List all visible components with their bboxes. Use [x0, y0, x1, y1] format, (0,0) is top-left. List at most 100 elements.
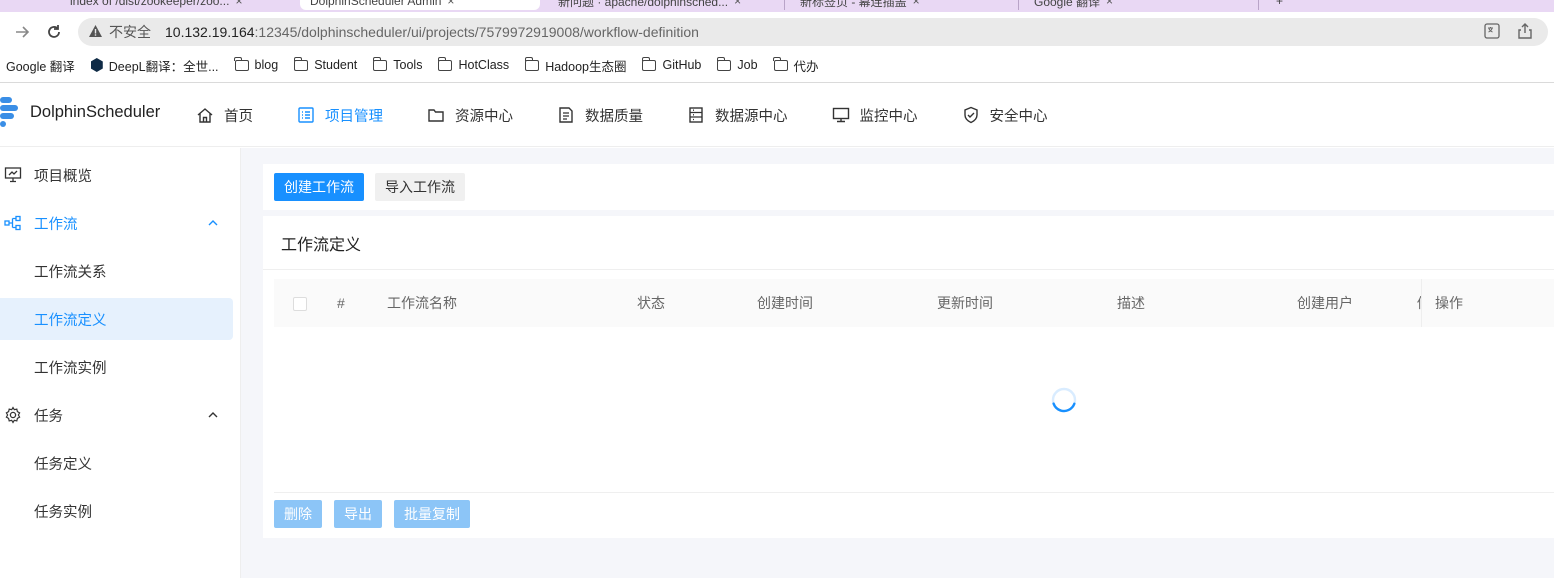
- sidebar-item-workflow-definition[interactable]: 工作流定义: [0, 298, 233, 340]
- nav-security-center[interactable]: 安全中心: [962, 105, 1048, 126]
- translate-icon[interactable]: [1484, 23, 1500, 42]
- security-label[interactable]: 不安全: [109, 22, 151, 42]
- toolbar-card: 创建工作流 导入工作流: [263, 164, 1554, 210]
- warning-icon: [88, 24, 103, 41]
- folder-icon: [524, 56, 540, 71]
- browser-tab[interactable]: index of /dist/zookeeper/zoo... ×: [60, 0, 252, 10]
- nav-resource-center[interactable]: 资源中心: [427, 105, 513, 126]
- select-all-checkbox[interactable]: [293, 297, 307, 311]
- close-icon[interactable]: ×: [913, 0, 920, 8]
- folder-icon: [372, 56, 388, 71]
- bookmark-folder-blog[interactable]: blog: [234, 56, 279, 72]
- dolphin-logo-icon: [0, 95, 26, 129]
- bookmark-label: 代办: [793, 59, 819, 74]
- tab-separator: [1018, 0, 1019, 10]
- back-forward-arrow-icon[interactable]: [6, 16, 38, 48]
- column-header-create-time[interactable]: 创建时间: [757, 279, 813, 327]
- sidebar-item-task-instance[interactable]: 任务实例: [0, 490, 233, 532]
- nav-monitor-center[interactable]: 监控中心: [832, 105, 918, 126]
- sidebar-item-label: 工作流定义: [34, 312, 107, 329]
- reload-icon[interactable]: [38, 16, 70, 48]
- database-icon: [689, 107, 703, 123]
- bookmark-label: Student: [314, 58, 358, 72]
- logo-text: DolphinScheduler: [30, 102, 161, 121]
- workflow-icon: [4, 215, 21, 231]
- column-header-create-user[interactable]: 创建用户: [1297, 279, 1353, 327]
- table-footer-actions: 删除 导出 批量复制: [274, 500, 470, 528]
- sidebar-item-project-overview[interactable]: 项目概览: [0, 154, 233, 196]
- tab-label: Google 翻译: [1034, 0, 1101, 9]
- main-nav: 首页 项目管理 资源中心 数据质量 数据源中心 监控中心 安全中心: [196, 83, 1092, 147]
- browser-tab-active[interactable]: DolphinScheduler Admin ×: [300, 0, 540, 10]
- browser-tab[interactable]: 新问题 · apache/dolphinsched... ×: [548, 0, 751, 10]
- bookmark-folder-student[interactable]: Student: [293, 56, 358, 72]
- fixed-column-header: 操作: [1421, 279, 1554, 327]
- nav-datasource-center[interactable]: 数据源中心: [687, 105, 788, 126]
- sidebar-item-label: 任务实例: [34, 504, 92, 521]
- close-icon[interactable]: ×: [447, 0, 454, 8]
- bookmark-folder-hadoop[interactable]: Hadoop生态圈: [524, 56, 627, 75]
- bookmark-deepl[interactable]: DeepL翻译：全世...: [90, 56, 219, 75]
- share-icon[interactable]: [1518, 23, 1532, 42]
- nav-label: 数据质量: [585, 108, 643, 125]
- column-header-name[interactable]: 工作流名称: [387, 279, 457, 327]
- nav-project-management[interactable]: 项目管理: [297, 105, 383, 126]
- nav-label: 项目管理: [325, 108, 383, 125]
- bookmark-folder-job[interactable]: Job: [716, 56, 758, 72]
- close-icon[interactable]: ×: [734, 0, 741, 8]
- nav-label: 监控中心: [859, 108, 918, 125]
- nav-home[interactable]: 首页: [196, 105, 253, 126]
- create-workflow-button[interactable]: 创建工作流: [274, 173, 364, 201]
- import-workflow-button[interactable]: 导入工作流: [375, 173, 465, 201]
- bookmark-label: Google 翻译: [6, 59, 75, 74]
- nav-data-quality[interactable]: 数据质量: [557, 105, 643, 126]
- sidebar-item-label: 工作流实例: [34, 360, 107, 377]
- bookmark-google-translate[interactable]: Google 翻译: [6, 56, 75, 75]
- column-header-update-time[interactable]: 更新时间: [937, 279, 993, 327]
- bookmark-label: Tools: [393, 58, 423, 72]
- gear-icon: [5, 406, 21, 424]
- bookmark-folder-tools[interactable]: Tools: [372, 56, 423, 72]
- app-logo[interactable]: DolphinScheduler: [0, 95, 160, 129]
- folder-icon: [773, 56, 788, 71]
- delete-button[interactable]: 删除: [274, 500, 322, 528]
- plus-icon: +: [1276, 0, 1284, 8]
- url-host: 10.132.19.164: [165, 24, 255, 40]
- sidebar-item-task[interactable]: 任务: [0, 394, 233, 436]
- browser-tab[interactable]: Google 翻译 ×: [1024, 0, 1123, 10]
- close-icon[interactable]: ×: [235, 0, 242, 8]
- deepl-icon: [90, 58, 103, 72]
- url-omnibox[interactable]: 不安全 10.132.19.164 :12345/dolphinschedule…: [78, 18, 1548, 46]
- tab-separator: [1258, 0, 1259, 10]
- browser-tab[interactable]: 新标签页 - 幕连插盖 ×: [790, 0, 930, 10]
- export-button[interactable]: 导出: [334, 500, 382, 528]
- chevron-up-icon: [208, 412, 218, 418]
- bookmark-folder-todo[interactable]: 代办: [773, 56, 819, 75]
- tab-label: 新标签页 - 幕连插盖: [800, 0, 907, 9]
- sidebar-item-workflow-relation[interactable]: 工作流关系: [0, 250, 233, 292]
- address-bar-row: 不安全 10.132.19.164 :12345/dolphinschedule…: [0, 12, 1554, 52]
- batch-copy-button[interactable]: 批量复制: [394, 500, 470, 528]
- main-content: 创建工作流 导入工作流 工作流定义 # 工作流名称 状态 创建时间 更新时间 描…: [241, 148, 1554, 578]
- folder-icon: [234, 56, 249, 71]
- bookmark-folder-github[interactable]: GitHub: [642, 56, 701, 72]
- column-header-status[interactable]: 状态: [637, 279, 665, 327]
- column-header-description[interactable]: 描述: [1117, 279, 1145, 327]
- sidebar-item-workflow[interactable]: 工作流: [0, 202, 233, 244]
- tab-label: index of /dist/zookeeper/zoo...: [70, 0, 230, 8]
- bookmark-folder-hotclass[interactable]: HotClass: [438, 56, 509, 72]
- sidebar-item-task-definition[interactable]: 任务定义: [0, 442, 233, 484]
- bookmark-label: Job: [737, 58, 758, 72]
- loading-spinner-icon: [1051, 387, 1077, 413]
- close-icon[interactable]: ×: [1106, 0, 1113, 8]
- folder-icon: [293, 56, 309, 71]
- bookmark-label: blog: [254, 58, 279, 72]
- nav-label: 首页: [224, 108, 253, 125]
- table-header: # 工作流名称 状态 创建时间 更新时间 描述 创建用户 修 操作: [274, 279, 1554, 327]
- folder-icon: [716, 56, 732, 71]
- folder-icon: [428, 109, 444, 122]
- new-tab-button[interactable]: +: [1266, 0, 1293, 10]
- sidebar-item-workflow-instance[interactable]: 工作流实例: [0, 346, 233, 388]
- chevron-up-icon: [208, 220, 218, 226]
- bookmark-label: Hadoop生态圈: [545, 59, 627, 74]
